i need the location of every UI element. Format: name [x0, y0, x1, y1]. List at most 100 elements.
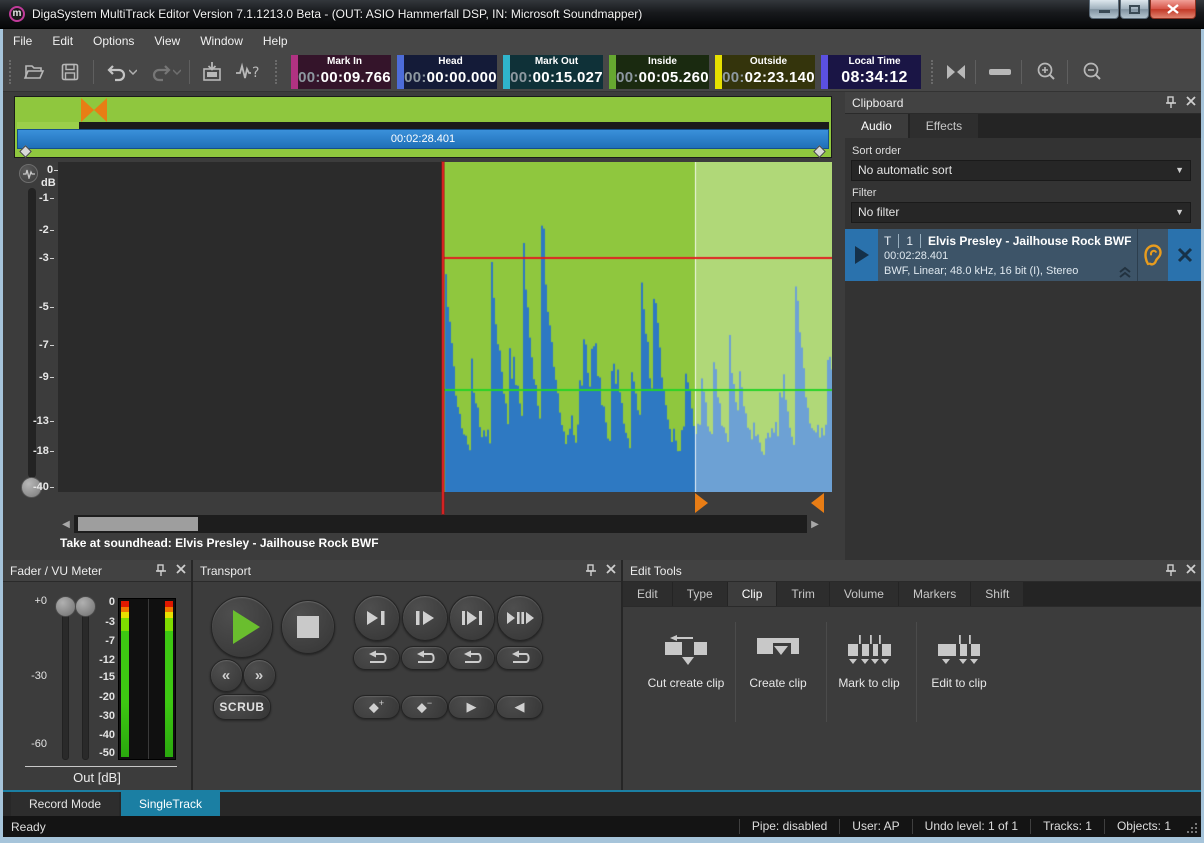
vu-meter — [118, 598, 176, 760]
toolbar-grip[interactable] — [9, 60, 12, 84]
tab-audio[interactable]: Audio — [845, 114, 908, 138]
clipboard-item[interactable]: T 1 Elvis Presley - Jailhouse Rock BWF 0… — [845, 229, 1201, 281]
scroll-left-arrow[interactable]: ◀ — [58, 515, 74, 533]
tool-cut-create-clip[interactable]: Cut create clip — [641, 620, 731, 690]
waveform-options-button[interactable] — [19, 164, 38, 183]
audio-check-button[interactable]: ? — [233, 59, 263, 85]
window-title: DigaSystem MultiTrack Editor Version 7.1… — [32, 7, 642, 21]
clipboard-header[interactable]: Clipboard — [845, 92, 1201, 114]
waveform-hscrollbar[interactable]: ◀ ▶ — [58, 515, 823, 533]
zoom-in-button[interactable] — [1031, 59, 1061, 85]
mark-out-flag-icon[interactable] — [94, 98, 107, 122]
tool-create-clip[interactable]: Create clip — [733, 620, 823, 690]
marker-remove-button[interactable]: ◆− — [401, 695, 448, 719]
menu-window[interactable]: Window — [190, 31, 253, 51]
menu-edit[interactable]: Edit — [42, 31, 83, 51]
clip-end-marker-icon[interactable] — [811, 493, 824, 513]
item-remove-button[interactable] — [1168, 229, 1201, 281]
transport-header[interactable]: Transport — [193, 560, 621, 582]
close-icon[interactable] — [175, 563, 187, 575]
stop-button[interactable] — [281, 600, 335, 654]
scrollbar-thumb[interactable] — [78, 517, 198, 531]
clip-start-marker-icon[interactable] — [695, 493, 708, 513]
scrollbar-track[interactable] — [74, 515, 807, 533]
toolbar-grip[interactable] — [275, 60, 278, 84]
minimize-button[interactable] — [1089, 0, 1119, 19]
close-icon[interactable] — [605, 563, 617, 575]
overview-progress-track[interactable] — [17, 122, 829, 129]
play-button[interactable] — [211, 596, 273, 658]
scrub-button[interactable]: SCRUB — [213, 694, 271, 720]
play-around-button[interactable] — [497, 595, 543, 641]
redo-button[interactable] — [145, 59, 185, 85]
menu-help[interactable]: Help — [253, 31, 298, 51]
gain-slider-track[interactable] — [28, 188, 36, 478]
fader-vu-header[interactable]: Fader / VU Meter — [3, 560, 191, 582]
marker-add-button[interactable]: ◆+ — [353, 695, 400, 719]
tab-singletrack[interactable]: SingleTrack — [121, 792, 220, 816]
edit-tools-header[interactable]: Edit Tools — [623, 560, 1201, 582]
fader-left-knob[interactable] — [55, 596, 76, 617]
chevron-double-up-icon[interactable] — [1117, 266, 1133, 278]
item-prelisten-button[interactable] — [1137, 229, 1168, 281]
filter-dropdown[interactable]: No filter ▼ — [851, 202, 1191, 223]
loop-play-to-button[interactable] — [353, 646, 400, 670]
zoom-out-button[interactable] — [1077, 59, 1107, 85]
tab-effects[interactable]: Effects — [910, 114, 978, 138]
pin-icon[interactable] — [1163, 95, 1177, 109]
import-button[interactable] — [197, 59, 227, 85]
status-user: User: AP — [839, 819, 911, 834]
sort-order-dropdown[interactable]: No automatic sort ▼ — [851, 160, 1191, 181]
tab-trim[interactable]: Trim — [777, 582, 829, 606]
close-icon[interactable] — [1185, 563, 1197, 575]
fader-left-track[interactable] — [62, 604, 69, 760]
open-button[interactable] — [19, 59, 49, 85]
pin-icon[interactable] — [1163, 563, 1177, 577]
menu-view[interactable]: View — [144, 31, 190, 51]
save-button[interactable] — [55, 59, 85, 85]
tab-volume[interactable]: Volume — [830, 582, 898, 606]
zoom-fit-button[interactable] — [985, 59, 1015, 85]
close-icon[interactable] — [1185, 95, 1197, 107]
skip-back-button[interactable]: « — [210, 659, 243, 692]
tab-type[interactable]: Type — [673, 582, 727, 606]
zoom-selection-button[interactable] — [941, 59, 971, 85]
menu-file[interactable]: File — [3, 31, 42, 51]
maximize-button[interactable] — [1120, 0, 1149, 19]
mark-in-flag-icon[interactable] — [81, 98, 94, 122]
skip-forward-button[interactable]: » — [243, 659, 276, 692]
fader-right-track[interactable] — [82, 604, 89, 760]
playhead-line[interactable] — [442, 162, 444, 514]
play-in-out-button[interactable] — [449, 595, 495, 641]
tab-shift[interactable]: Shift — [971, 582, 1023, 606]
overview-bar[interactable]: 00:02:28.401 — [14, 96, 832, 158]
scroll-right-arrow[interactable]: ▶ — [807, 515, 823, 533]
overview-duration-bar[interactable]: 00:02:28.401 — [17, 129, 829, 149]
loop-in-out-button[interactable] — [448, 646, 495, 670]
tab-clip[interactable]: Clip — [728, 582, 777, 606]
pin-icon[interactable] — [583, 563, 597, 577]
menu-options[interactable]: Options — [83, 31, 144, 51]
tab-markers[interactable]: Markers — [899, 582, 970, 606]
item-play-button[interactable] — [845, 229, 878, 281]
play-from-mark-button[interactable] — [402, 595, 448, 641]
tool-edit-to-clip[interactable]: Edit to clip — [914, 620, 1004, 690]
nudge-left-button[interactable]: ◀ — [496, 695, 543, 719]
play-icon — [233, 610, 260, 644]
item-info[interactable]: T 1 Elvis Presley - Jailhouse Rock BWF 0… — [878, 229, 1137, 281]
loop-around-button[interactable] — [496, 646, 543, 670]
tab-edit[interactable]: Edit — [623, 582, 672, 606]
nudge-right-button[interactable]: ▶ — [448, 695, 495, 719]
loop-play-from-button[interactable] — [401, 646, 448, 670]
waveform-display[interactable] — [58, 162, 832, 492]
pin-icon[interactable] — [153, 563, 167, 577]
resize-grip[interactable] — [1183, 819, 1199, 835]
overview-mark-region[interactable] — [81, 98, 107, 122]
close-button[interactable] — [1150, 0, 1196, 19]
tab-record-mode[interactable]: Record Mode — [11, 792, 119, 816]
undo-button[interactable] — [101, 59, 141, 85]
item-title: Elvis Presley - Jailhouse Rock BWF — [928, 234, 1131, 248]
tool-mark-to-clip[interactable]: Mark to clip — [824, 620, 914, 690]
toolbar-grip[interactable] — [931, 60, 934, 84]
play-to-mark-button[interactable] — [354, 595, 400, 641]
